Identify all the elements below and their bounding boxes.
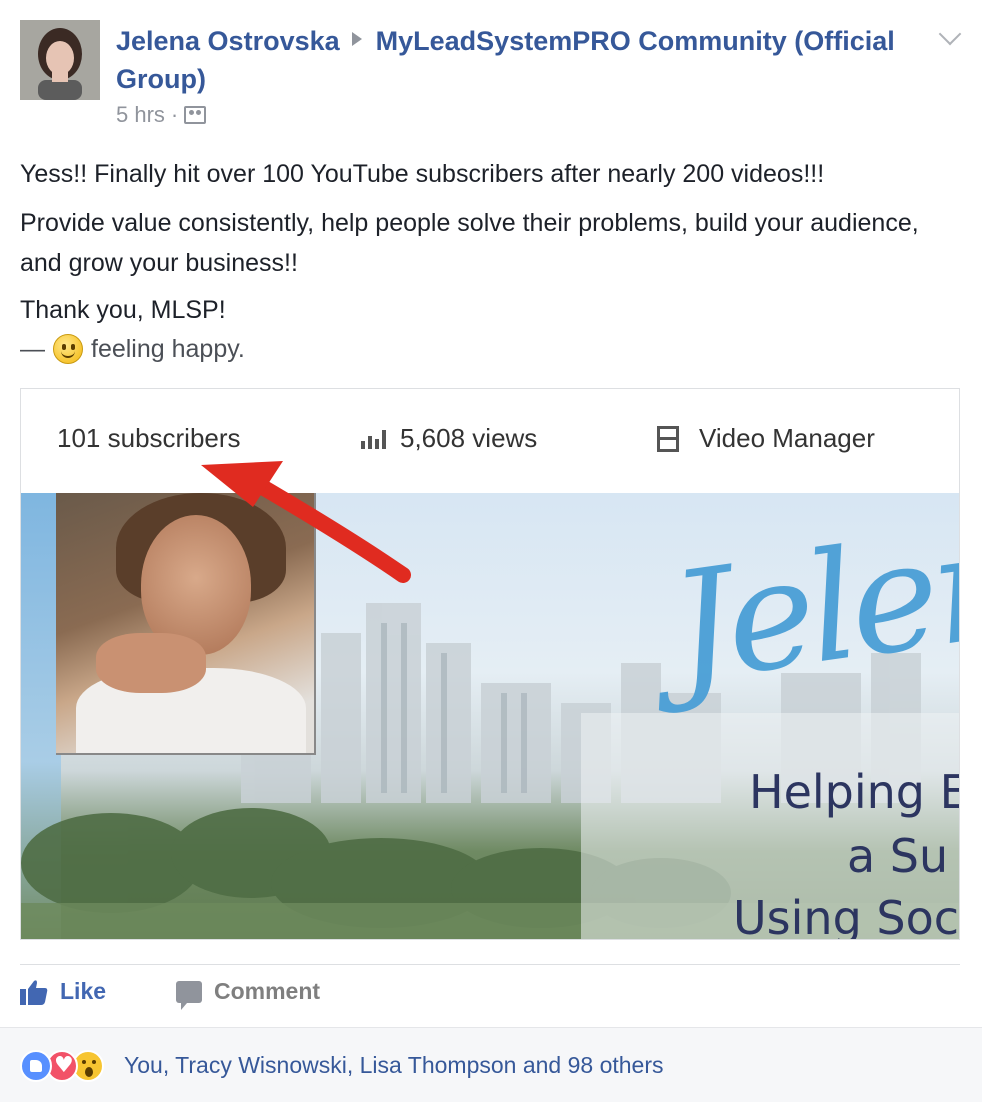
- attached-image[interactable]: 101 subscribers 5,608 views Video Manage…: [20, 388, 960, 940]
- group-audience-icon[interactable]: [184, 106, 207, 124]
- reactions-summary-bar: You, Tracy Wisnowski, Lisa Thompson and …: [0, 1027, 982, 1102]
- triangle-right-icon: [351, 32, 362, 46]
- feeling-text: feeling happy.: [91, 335, 245, 363]
- smiley-icon: [53, 334, 83, 364]
- reactions-summary-text[interactable]: You, Tracy Wisnowski, Lisa Thompson and …: [124, 1052, 664, 1079]
- comment-bubble-icon: [176, 980, 202, 1010]
- meta-separator: ·: [170, 102, 179, 127]
- like-button[interactable]: Like: [20, 978, 106, 1005]
- chevron-down-icon[interactable]: [938, 22, 962, 46]
- post-text-paragraph-1: Yess!! Finally hit over 100 YouTube subs…: [20, 160, 825, 188]
- facebook-post: Jelena Ostrovska MyLeadSystemPRO Communit…: [0, 0, 982, 1102]
- actions-divider: [20, 964, 960, 965]
- comment-label: Comment: [214, 978, 321, 1004]
- thumbs-up-icon: [20, 979, 48, 1005]
- post-header-title: Jelena Ostrovska MyLeadSystemPRO Communit…: [116, 22, 916, 98]
- author-avatar[interactable]: [20, 20, 100, 100]
- post-meta: 5 hrs ·: [116, 102, 207, 128]
- author-name-link[interactable]: Jelena Ostrovska: [116, 26, 340, 56]
- reaction-icons[interactable]: [20, 1050, 120, 1082]
- like-label: Like: [60, 978, 107, 1004]
- post-text-paragraph-3: Thank you, MLSP!: [20, 296, 226, 324]
- red-annotation-arrow: [201, 461, 411, 583]
- post-timestamp[interactable]: 5 hrs: [116, 102, 165, 128]
- comment-button[interactable]: Comment: [176, 978, 321, 1010]
- avatar-photo: [20, 20, 100, 100]
- like-reaction-icon: [20, 1050, 52, 1082]
- feeling-line: — feeling happy.: [20, 329, 950, 369]
- post-text-paragraph-2: Provide value consistently, help people …: [20, 209, 919, 277]
- feeling-dash: —: [20, 335, 45, 363]
